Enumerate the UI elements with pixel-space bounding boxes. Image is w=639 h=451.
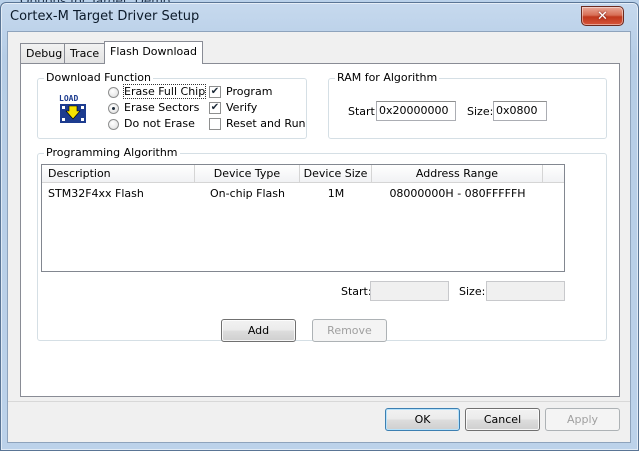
group-label: RAM for Algorithm bbox=[335, 71, 440, 84]
tab-label: Trace bbox=[70, 47, 100, 60]
verify-label[interactable]: Verify bbox=[226, 101, 257, 114]
remove-button[interactable]: Remove bbox=[312, 319, 387, 342]
verify-checkbox[interactable]: ✔ bbox=[209, 102, 221, 114]
cancel-button[interactable]: Cancel bbox=[465, 408, 540, 431]
erase-sectors-label[interactable]: Erase Sectors bbox=[124, 101, 199, 114]
table-row[interactable]: STM32F4xx Flash On-chip Flash 1M 0800000… bbox=[42, 185, 564, 201]
erase-sectors-radio[interactable] bbox=[108, 103, 119, 114]
ram-size-input[interactable]: 0x0800 bbox=[493, 101, 547, 121]
algo-start-label: Start: bbox=[341, 285, 372, 298]
erase-full-chip-radio[interactable] bbox=[108, 87, 119, 98]
tab-label: Debug bbox=[26, 47, 63, 60]
reset-and-run-checkbox[interactable] bbox=[209, 118, 221, 130]
column-header-description[interactable]: Description bbox=[42, 165, 195, 183]
column-header-filler bbox=[543, 165, 564, 183]
load-icon-text: LOAD bbox=[59, 94, 78, 103]
ram-start-input[interactable]: 0x20000000 bbox=[376, 101, 456, 121]
tab-trace[interactable]: Trace bbox=[64, 43, 106, 63]
dialog-titlebar[interactable]: Cortex-M Target Driver Setup ✕ bbox=[1, 3, 638, 31]
program-label[interactable]: Program bbox=[226, 85, 272, 98]
algorithm-list[interactable]: Description Device Type Device Size Addr… bbox=[41, 164, 565, 272]
tab-debug[interactable]: Debug bbox=[20, 43, 69, 63]
apply-button[interactable]: Apply bbox=[545, 408, 620, 431]
reset-and-run-label[interactable]: Reset and Run bbox=[226, 117, 306, 130]
ram-size-label: Size: bbox=[467, 105, 494, 118]
cell-device-type: On-chip Flash bbox=[210, 187, 285, 200]
do-not-erase-label[interactable]: Do not Erase bbox=[124, 117, 195, 130]
cell-device-size: 1M bbox=[327, 187, 345, 200]
add-button[interactable]: Add bbox=[221, 319, 296, 342]
dialog-title: Cortex-M Target Driver Setup bbox=[10, 9, 200, 24]
dialog-client-area: Debug Trace Flash Download Download Func… bbox=[7, 31, 631, 443]
column-header-address-range[interactable]: Address Range bbox=[372, 165, 543, 183]
load-flash-icon: LOAD bbox=[58, 93, 88, 125]
column-header-device-type[interactable]: Device Type bbox=[195, 165, 300, 183]
group-label: Programming Algorithm bbox=[44, 146, 180, 159]
footer-divider bbox=[8, 401, 630, 402]
cell-description: STM32F4xx Flash bbox=[48, 187, 144, 200]
tab-flash-download[interactable]: Flash Download bbox=[104, 41, 204, 64]
ram-for-algorithm-group: RAM for Algorithm Start: 0x20000000 Size… bbox=[328, 71, 607, 139]
download-function-group: Download Function LOAD Erase Full Chip E… bbox=[37, 71, 307, 139]
group-label: Download Function bbox=[44, 71, 153, 84]
check-mark-icon: ✔ bbox=[210, 86, 220, 97]
ok-button[interactable]: OK bbox=[385, 408, 460, 431]
algo-size-label: Size: bbox=[459, 285, 486, 298]
do-not-erase-radio[interactable] bbox=[108, 119, 119, 130]
tab-label: Flash Download bbox=[110, 45, 198, 58]
program-checkbox[interactable]: ✔ bbox=[209, 86, 221, 98]
close-button[interactable]: ✕ bbox=[581, 6, 624, 26]
algo-size-input[interactable] bbox=[486, 281, 565, 301]
algo-start-input[interactable] bbox=[370, 281, 449, 301]
cell-address-range: 08000000H - 080FFFFFH bbox=[389, 187, 526, 200]
ram-start-label: Start: bbox=[348, 105, 379, 118]
erase-full-chip-label[interactable]: Erase Full Chip bbox=[122, 84, 207, 99]
check-mark-icon: ✔ bbox=[210, 102, 220, 113]
close-icon: ✕ bbox=[597, 8, 608, 24]
column-header-device-size[interactable]: Device Size bbox=[300, 165, 372, 183]
